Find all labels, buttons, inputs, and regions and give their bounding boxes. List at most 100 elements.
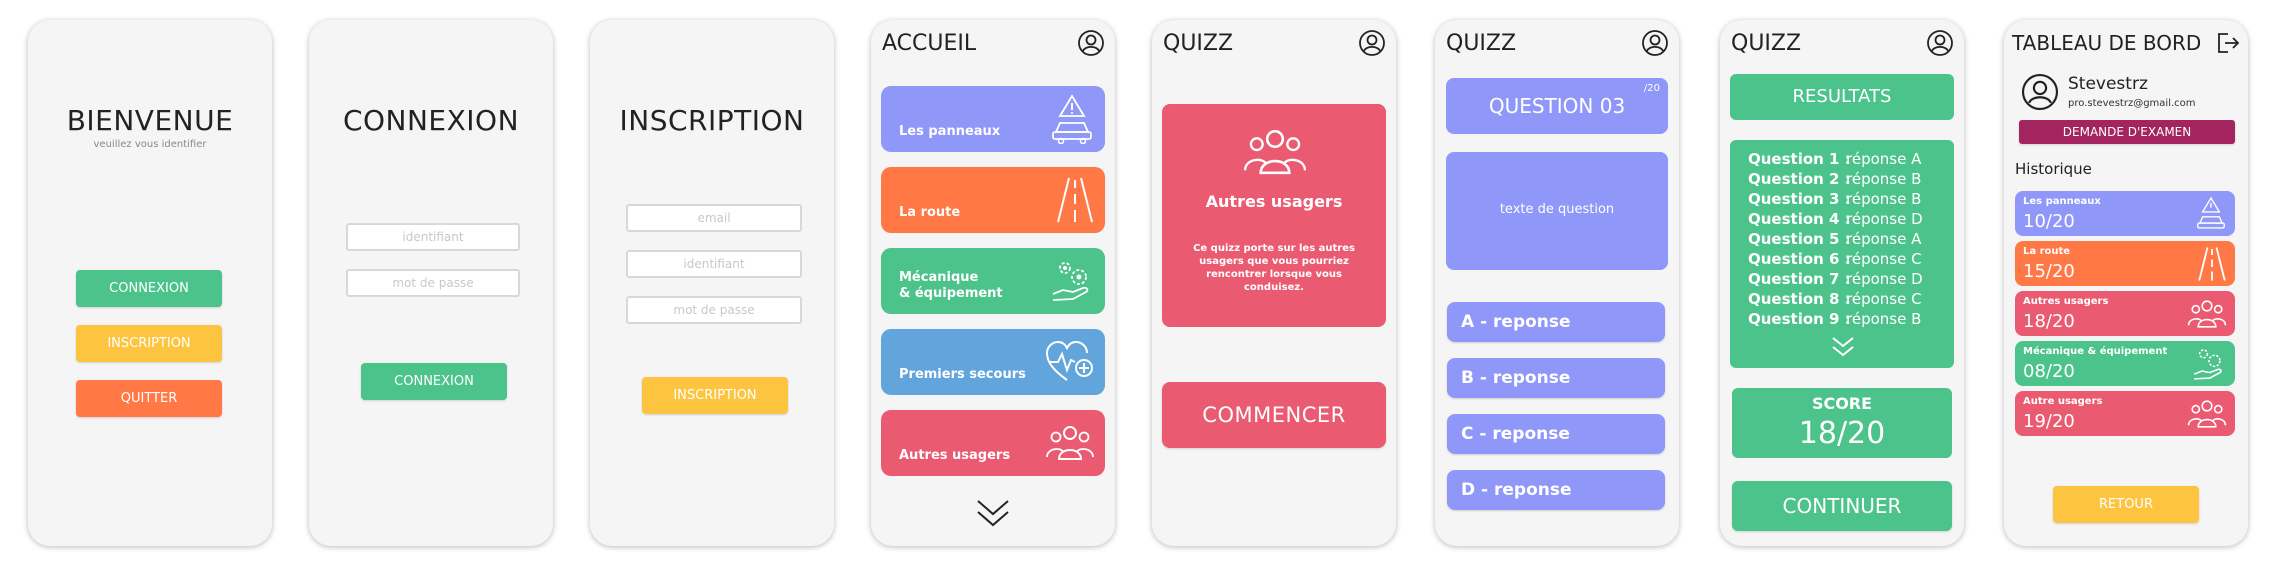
dashboard-title: TABLEAU DE BORD [2012, 31, 2202, 55]
user-email: pro.stevestrz@gmail.com [2068, 98, 2196, 109]
gears-hand-icon [1052, 262, 1089, 301]
category-label-line1: Mécanique [899, 270, 979, 285]
history-item-score: 18/20 [2023, 311, 2075, 332]
history-item-score: 19/20 [2023, 411, 2075, 432]
quiz-category-card: Autres usagers Ce quizz porte sur les au… [1162, 104, 1386, 327]
avatar [2021, 73, 2059, 111]
result-row: Question 4 :réponse D [1748, 210, 1923, 228]
home-title: ACCUEIL [882, 31, 977, 56]
road-sign-car-icon [1052, 94, 1092, 144]
screen-quiz-results: QUIZZ RESULTATS Question 1 :réponse A Qu… [1720, 20, 1964, 546]
user-profile-icon[interactable] [1641, 29, 1669, 57]
category-card-route[interactable]: La route [881, 167, 1105, 233]
continue-button[interactable]: CONTINUER [1732, 481, 1952, 531]
answer-a-button[interactable]: A - reponse [1447, 302, 1665, 342]
identifiant-field[interactable]: identifiant [346, 223, 520, 251]
category-card-secours[interactable]: Premiers secours [881, 329, 1105, 395]
score-box: SCORE 18/20 [1732, 388, 1952, 458]
history-item-name: Les panneaux [2023, 196, 2101, 207]
question-total: /20 [1643, 83, 1660, 94]
history-item-name: Mécanique & équipement [2023, 346, 2168, 357]
password-field[interactable]: mot de passe [626, 296, 802, 324]
screen-dashboard: TABLEAU DE BORD Stevestrz pro.stevestrz@… [2004, 20, 2248, 546]
category-label: Les panneaux [899, 124, 1001, 139]
screen-register: INSCRIPTION email identifiant mot de pas… [590, 20, 834, 546]
answer-d-button[interactable]: D - reponse [1447, 470, 1665, 510]
history-item-score: 15/20 [2023, 261, 2075, 282]
category-label: Premiers secours [899, 367, 1026, 382]
history-item[interactable]: Les panneaux 10/20 [2015, 191, 2235, 236]
result-row: Question 6 :réponse C [1748, 250, 1922, 268]
double-chevron-down-icon[interactable] [1831, 336, 1855, 358]
gears-hand-icon [2193, 348, 2222, 380]
history-label: Historique [2015, 160, 2092, 178]
result-row: Question 7 :réponse D [1748, 270, 1923, 288]
exam-request-button[interactable]: DEMANDE D'EXAMEN [2019, 120, 2235, 144]
history-item-name: Autres usagers [2023, 296, 2109, 307]
people-group-icon [1046, 426, 1094, 460]
connexion-button[interactable]: CONNEXION [76, 270, 222, 307]
user-profile-icon[interactable] [1358, 29, 1386, 57]
history-item-name: Autre usagers [2023, 396, 2103, 407]
double-chevron-down-icon[interactable] [975, 498, 1011, 530]
history-item-name: La route [2023, 246, 2071, 257]
username: Stevestrz [2068, 74, 2148, 94]
answer-c-button[interactable]: C - reponse [1447, 414, 1665, 454]
result-row: Question 8 :réponse C [1748, 290, 1922, 308]
history-item-score: 10/20 [2023, 211, 2075, 232]
register-submit-button[interactable]: INSCRIPTION [642, 377, 788, 414]
screen-welcome: BIENVENUE veuillez vous identifier CONNE… [28, 20, 272, 546]
category-card-panneaux[interactable]: Les panneaux [881, 86, 1105, 152]
inscription-button[interactable]: INSCRIPTION [76, 325, 222, 362]
category-label: Autres usagers [899, 448, 1011, 463]
results-header: RESULTATS [1730, 74, 1954, 120]
result-row: Question 2 :réponse B [1748, 170, 1922, 188]
history-item-score: 08/20 [2023, 361, 2075, 382]
score-value: 18/20 [1798, 416, 1886, 451]
quiz-title: QUIZZ [1731, 31, 1802, 56]
screen-login: CONNEXION identifiant mot de passe CONNE… [309, 20, 553, 546]
logout-icon[interactable] [2216, 32, 2240, 54]
email-field[interactable]: email [626, 204, 802, 232]
welcome-subtitle: veuillez vous identifier [93, 139, 207, 150]
people-group-icon [2187, 299, 2227, 328]
category-card-mecanique[interactable]: Mécanique & équipement [881, 248, 1105, 314]
history-item[interactable]: Autre usagers 19/20 [2015, 391, 2235, 436]
category-label: La route [899, 205, 961, 220]
question-header: QUESTION 03 /20 [1446, 78, 1668, 134]
user-profile-icon[interactable] [1926, 29, 1954, 57]
screen-home: ACCUEIL Les panneaux La route Mécanique … [871, 20, 1115, 546]
history-item[interactable]: La route 15/20 [2015, 241, 2235, 286]
back-button[interactable]: RETOUR [2053, 486, 2199, 523]
quiz-category-title: Autres usagers [1205, 192, 1343, 211]
question-text-box: texte de question [1446, 152, 1668, 270]
people-group-icon [2187, 399, 2227, 428]
login-title: CONNEXION [342, 104, 520, 137]
score-label: SCORE [1811, 394, 1873, 413]
result-row: Question 3 :réponse B [1748, 190, 1922, 208]
quit-button[interactable]: QUITTER [76, 380, 222, 417]
login-submit-button[interactable]: CONNEXION [361, 363, 507, 400]
results-list: Question 1 :réponse A Question 2 :répons… [1730, 140, 1954, 368]
category-label: Mécanique & équipement [899, 270, 1003, 302]
user-profile-icon[interactable] [1077, 29, 1105, 57]
result-row: Question 1 :réponse A [1748, 150, 1922, 168]
quiz-category-description: Ce quizz porte sur les autres usagers qu… [1193, 243, 1355, 293]
password-field[interactable]: mot de passe [346, 269, 520, 297]
category-card-usagers[interactable]: Autres usagers [881, 410, 1105, 476]
screen-quiz-question: QUIZZ QUESTION 03 /20 texte de question … [1435, 20, 1679, 546]
heart-pulse-icon [1045, 340, 1093, 381]
road-icon [2198, 246, 2226, 281]
question-number: QUESTION 03 [1488, 94, 1626, 118]
history-item[interactable]: Autres usagers 18/20 [2015, 291, 2235, 336]
identifiant-field[interactable]: identifiant [626, 250, 802, 278]
welcome-title: BIENVENUE [66, 104, 234, 137]
register-title: INSCRIPTION [619, 104, 805, 137]
category-label-line2: & équipement [899, 286, 1003, 301]
history-item[interactable]: Mécanique & équipement 08/20 [2015, 341, 2235, 386]
result-row: Question 5 :réponse A [1748, 230, 1922, 248]
people-group-icon [1243, 129, 1307, 175]
road-sign-car-icon [2197, 196, 2225, 229]
start-quiz-button[interactable]: COMMENCER [1162, 382, 1386, 448]
answer-b-button[interactable]: B - reponse [1447, 358, 1665, 398]
